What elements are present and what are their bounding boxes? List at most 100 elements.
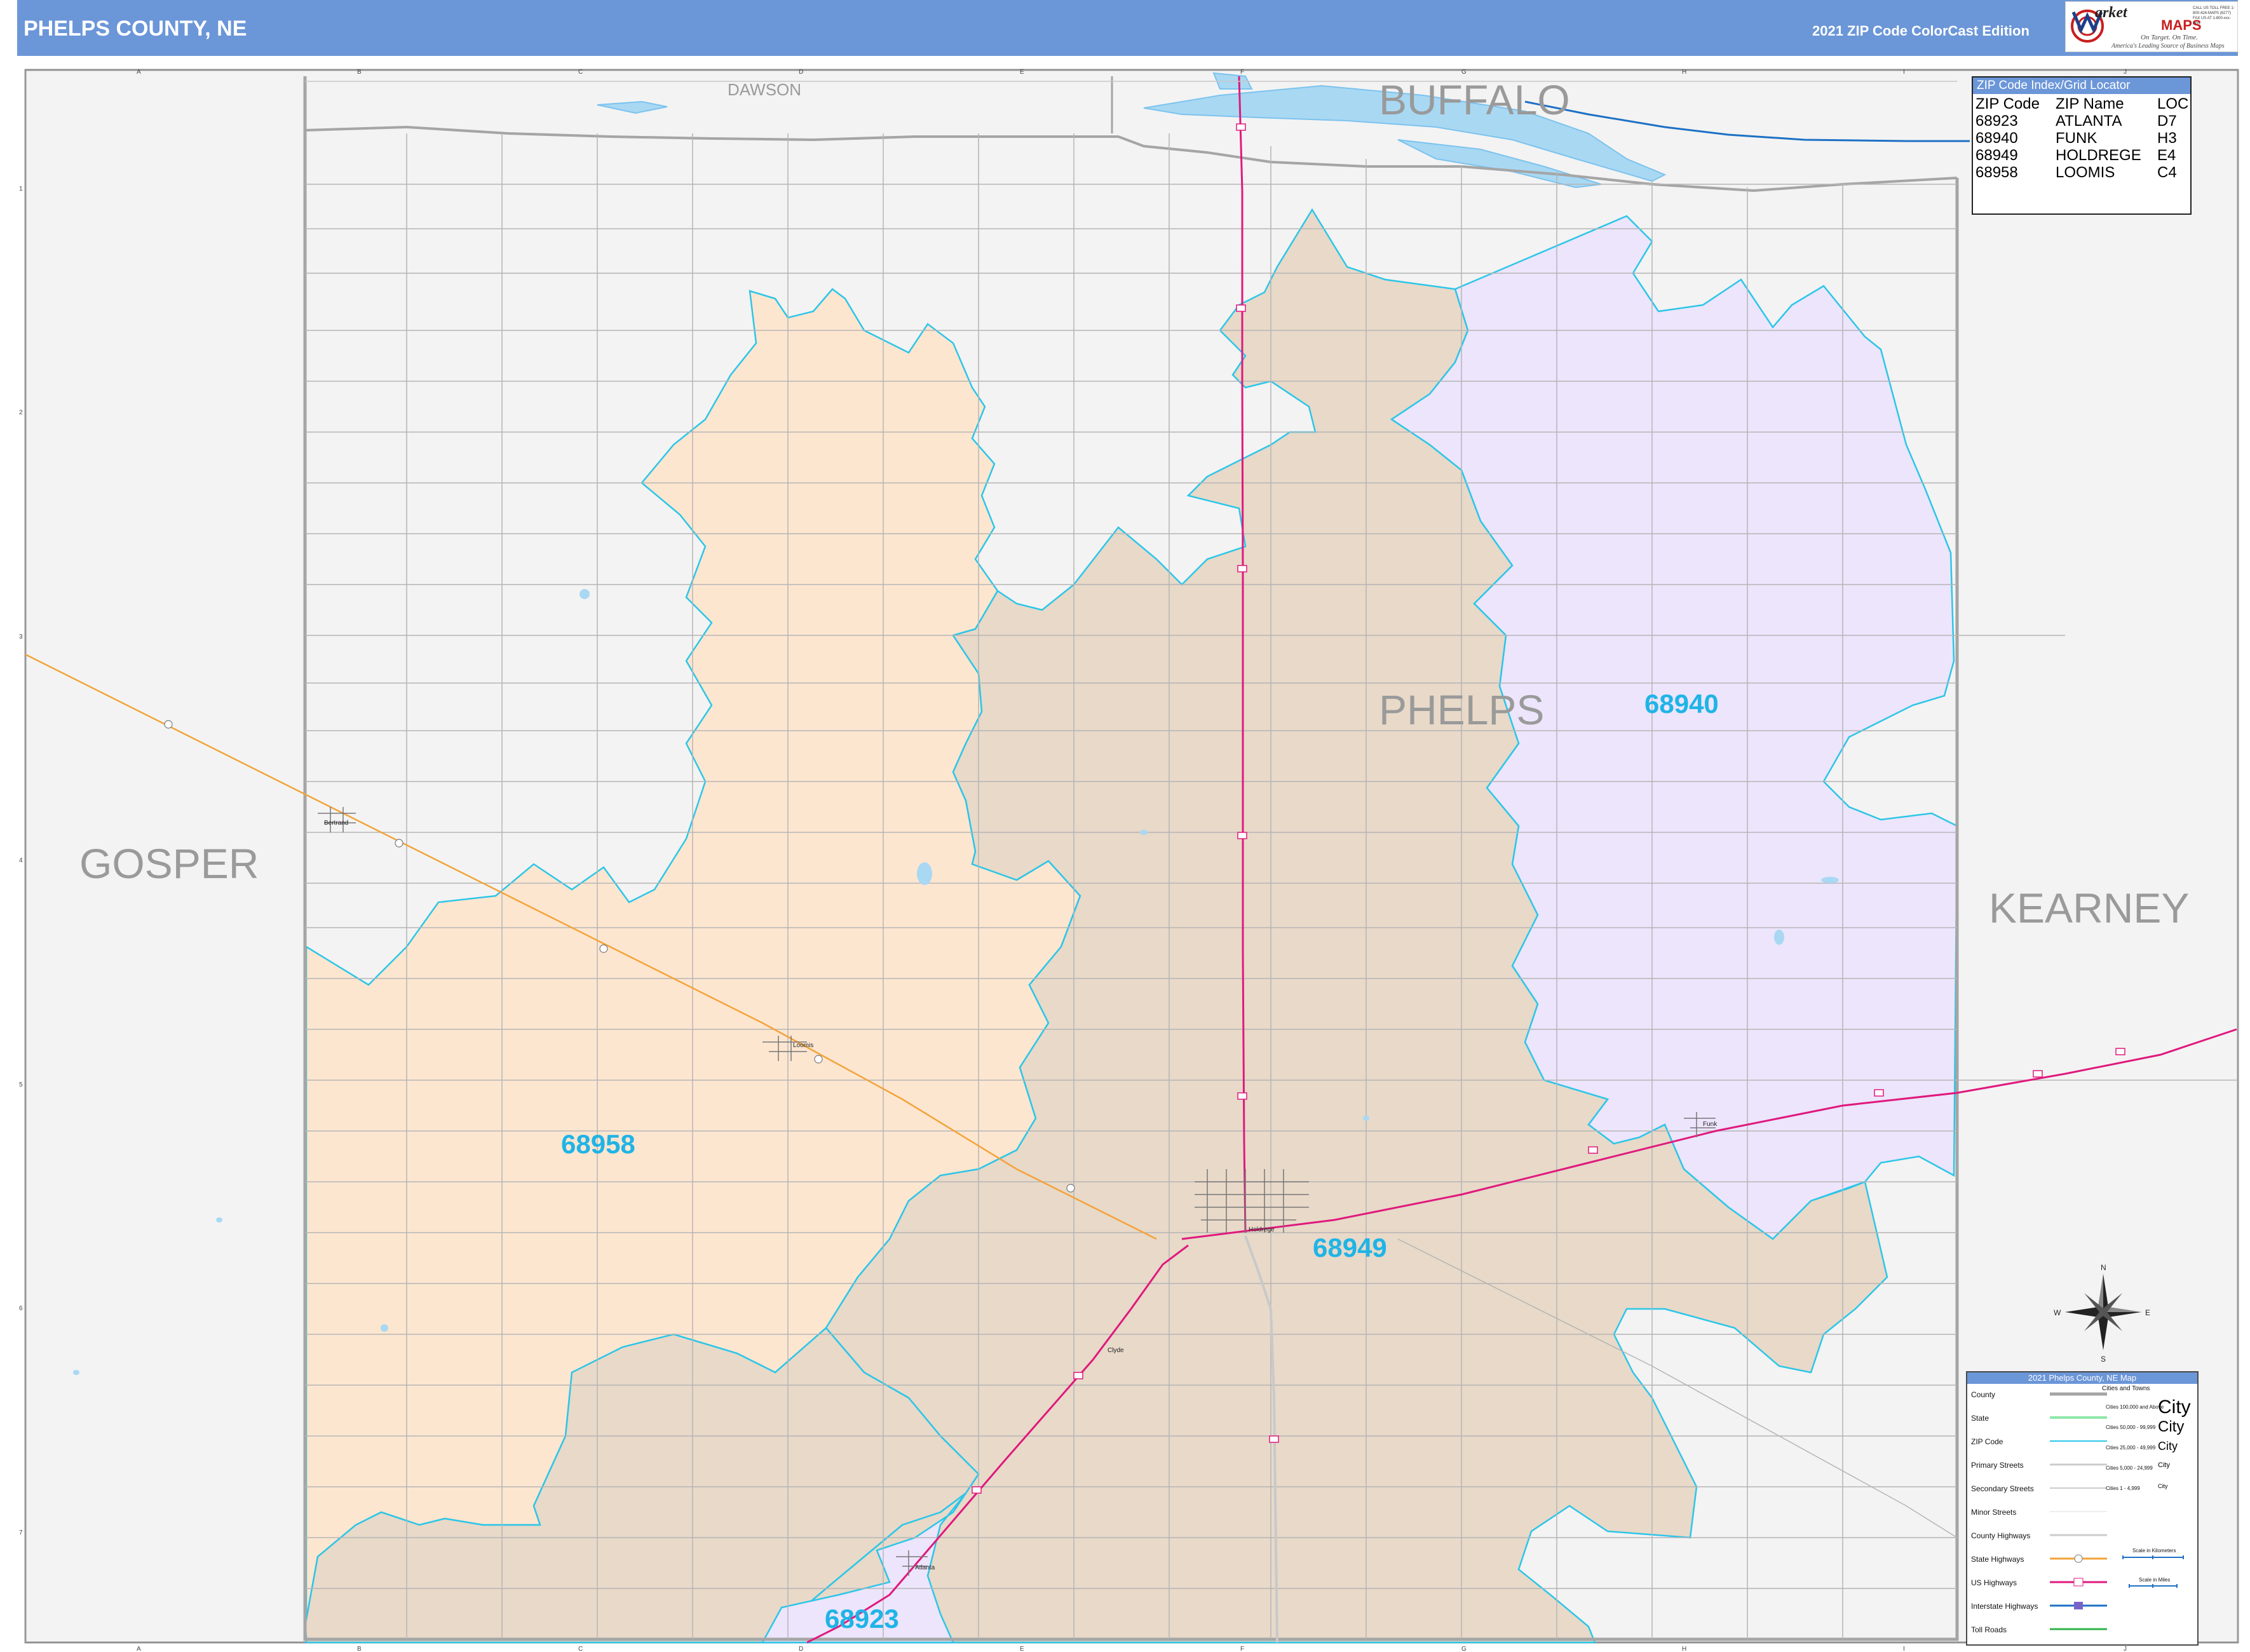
zip-index-row-loc: H3 bbox=[2157, 130, 2177, 147]
grid-letter: A bbox=[137, 1646, 141, 1652]
county-label-buffalo: BUFFALO bbox=[1379, 76, 1570, 123]
zip-index-row-name: LOOMIS bbox=[2056, 164, 2115, 181]
grid-number: 6 bbox=[19, 1305, 23, 1312]
legend-city-size: Cities 50,000 - 99,999 bbox=[2106, 1425, 2156, 1430]
zip-label-68940: 68940 bbox=[1644, 689, 1719, 719]
grid-numbers-left: 1 2 3 4 5 6 7 bbox=[19, 186, 23, 1536]
map-title: PHELPS COUNTY, NE bbox=[24, 17, 247, 41]
zip-index-row-zip: 68958 bbox=[1976, 164, 2018, 181]
grid-number: 5 bbox=[19, 1081, 23, 1088]
grid-letter: I bbox=[1903, 69, 1905, 76]
legend-item: Minor Streets bbox=[1971, 1508, 2017, 1517]
grid-number: 7 bbox=[19, 1529, 23, 1536]
legend-item: US Highways bbox=[1971, 1578, 2017, 1587]
zip-index-row-name: ATLANTA bbox=[2056, 112, 2122, 130]
grid-letter: C bbox=[578, 1646, 583, 1652]
zip-index-row-name: HOLDREGE bbox=[2056, 147, 2141, 164]
grid-number: 4 bbox=[19, 857, 23, 864]
legend-item: Primary Streets bbox=[1971, 1461, 2024, 1470]
legend-cities-header: Cities and Towns bbox=[2102, 1385, 2150, 1392]
header-bar: PHELPS COUNTY, NE 2021 ZIP Code ColorCas… bbox=[17, 0, 2238, 56]
grid-letter: B bbox=[357, 69, 362, 76]
zip-index-row-zip: 68949 bbox=[1976, 147, 2018, 164]
legend-item: Interstate Highways bbox=[1971, 1602, 2038, 1611]
legend-city-size: Cities 100,000 and Above bbox=[2106, 1404, 2164, 1410]
town-label-clyde: Clyde bbox=[1108, 1347, 1124, 1354]
legend-city-sample: City bbox=[2158, 1440, 2178, 1452]
zip-index-row-zip: 68940 bbox=[1976, 130, 2018, 147]
legend-scale-bars bbox=[2122, 1555, 2184, 1588]
zip-index-row-loc: C4 bbox=[2157, 164, 2177, 181]
map-legend: 2021 Phelps County, NE Map County State … bbox=[1966, 1371, 2199, 1646]
grid-letter: D bbox=[799, 69, 803, 76]
legend-item: County bbox=[1971, 1390, 1996, 1399]
grid-letter: H bbox=[1682, 1646, 1686, 1652]
zip-label-68949: 68949 bbox=[1313, 1233, 1387, 1263]
grid-letter: E bbox=[1020, 1646, 1024, 1652]
zip-index-row-loc: E4 bbox=[2157, 147, 2176, 164]
town-label-loomis: Loomis bbox=[793, 1042, 813, 1049]
grid-number: 3 bbox=[19, 633, 23, 640]
legend-title: 2021 Phelps County, NE Map bbox=[1967, 1372, 2197, 1384]
logo-brand-line1: arket bbox=[2095, 4, 2127, 21]
zip-index-title: ZIP Code Index/Grid Locator bbox=[1973, 78, 2190, 94]
legend-city-sample: City bbox=[2158, 1461, 2170, 1469]
zip-index-header-name: ZIP Name bbox=[2056, 95, 2124, 112]
logo-contact: CALL US TOLL FREE 1-800-424-MAPS (6277) … bbox=[2193, 6, 2235, 25]
compass-s: S bbox=[2101, 1355, 2106, 1364]
edition-label: 2021 ZIP Code ColorCast Edition bbox=[1812, 23, 2030, 39]
compass-n: N bbox=[2101, 1263, 2106, 1272]
grid-letter: G bbox=[1461, 1646, 1467, 1652]
market-maps-logo[interactable]: arket MAPS On Target. On Time. America's… bbox=[2065, 1, 2238, 52]
legend-item: Secondary Streets bbox=[1971, 1484, 2034, 1493]
legend-city-size: Cities 25,000 - 49,999 bbox=[2106, 1445, 2156, 1451]
zip-index-row-loc: D7 bbox=[2157, 112, 2177, 130]
grid-letter: C bbox=[578, 69, 583, 76]
grid-number: 1 bbox=[19, 186, 23, 193]
zip-index-header-zip: ZIP Code bbox=[1976, 95, 2040, 112]
grid-letter: J bbox=[2124, 1646, 2127, 1652]
zip-index-row-name: FUNK bbox=[2056, 130, 2098, 147]
grid-letter: D bbox=[799, 1646, 803, 1652]
legend-city-sample: City bbox=[2158, 1418, 2185, 1435]
legend-city-sample: City bbox=[2158, 1397, 2191, 1418]
compass-w: W bbox=[2054, 1308, 2061, 1317]
grid-letter: J bbox=[2124, 69, 2127, 76]
county-label-kearney: KEARNEY bbox=[1989, 884, 2189, 931]
grid-letter: F bbox=[1240, 69, 1244, 76]
zip-label-68958: 68958 bbox=[561, 1129, 635, 1159]
grid-letter: H bbox=[1682, 69, 1686, 76]
legend-item: ZIP Code bbox=[1971, 1437, 2003, 1446]
county-label-dawson: DAWSON bbox=[728, 80, 801, 99]
legend-item: Toll Roads bbox=[1971, 1625, 2007, 1634]
zip-index-row-zip: 68923 bbox=[1976, 112, 2018, 130]
zip-index-box: ZIP Code Index/Grid Locator ZIP Code ZIP… bbox=[1972, 76, 2192, 215]
legend-city-sample: City bbox=[2158, 1483, 2168, 1489]
town-label-atlanta: Atlanta bbox=[915, 1564, 935, 1571]
legend-city-size: Cities 1 - 4,999 bbox=[2106, 1486, 2140, 1491]
town-label-funk: Funk bbox=[1703, 1121, 1718, 1128]
compass-e: E bbox=[2145, 1308, 2150, 1317]
legend-scale-km: Scale in Kilometers bbox=[2132, 1548, 2176, 1554]
grid-letter: F bbox=[1240, 1646, 1244, 1652]
zip-label-68923: 68923 bbox=[825, 1604, 899, 1634]
legend-city-size: Cities 5,000 - 24,999 bbox=[2106, 1465, 2153, 1471]
county-label-gosper: GOSPER bbox=[79, 840, 259, 887]
grid-number: 2 bbox=[19, 409, 23, 416]
county-map: A B C D E F G H I J A B C D E F G H I J … bbox=[19, 69, 2239, 1652]
grid-letter: G bbox=[1461, 69, 1467, 76]
legend-item: State Highways bbox=[1971, 1555, 2024, 1564]
grid-letters-bottom: A B C D E F G H I J bbox=[137, 1646, 2127, 1652]
grid-letter: A bbox=[137, 69, 141, 76]
county-label-phelps: PHELPS bbox=[1379, 686, 1544, 733]
town-label-holdrege: Holdrege bbox=[1249, 1226, 1275, 1233]
legend-swatches bbox=[2050, 1392, 2107, 1630]
legend-item: County Highways bbox=[1971, 1531, 2031, 1540]
zip-index-header-loc: LOC bbox=[2157, 95, 2189, 112]
town-label-bertrand: Bertrand bbox=[324, 820, 348, 827]
logo-tagline-2: America's Leading Source of Business Map… bbox=[2111, 43, 2225, 50]
grid-letter: B bbox=[357, 1646, 362, 1652]
legend-item: State bbox=[1971, 1414, 1989, 1423]
grid-letter: E bbox=[1020, 69, 1024, 76]
grid-letter: I bbox=[1903, 1646, 1905, 1652]
